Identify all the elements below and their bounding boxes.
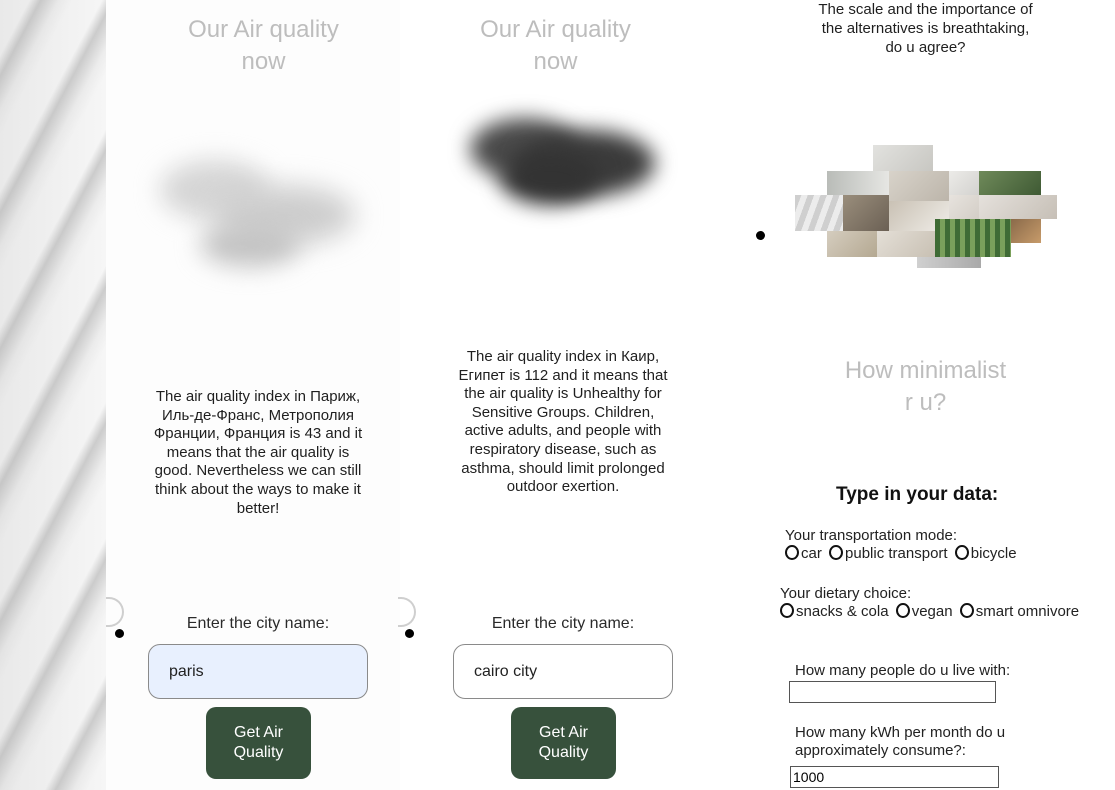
panel-2-city-input[interactable] — [453, 644, 673, 699]
form-title: Type in your data: — [836, 484, 999, 505]
radio-public-transport[interactable] — [829, 545, 844, 560]
background-shadow-decoration — [0, 0, 106, 790]
radio-vegan[interactable] — [895, 603, 910, 618]
kwh-label: How many kWh per month do u approximatel… — [795, 724, 1006, 759]
option-smart-omnivore-label: smart omnivore — [975, 603, 1080, 620]
photo-collage — [795, 145, 1057, 268]
alternatives-question: The scale and the importance of the alte… — [818, 1, 1033, 56]
panel-2-description: The air quality index in Каир, Египет is… — [458, 348, 668, 496]
panel-1-title: Our Air quality now — [188, 16, 339, 75]
option-snacks-cola-label: snacks & cola — [796, 603, 889, 620]
panel-2-title: Our Air quality now — [480, 16, 631, 75]
diet-options: snacks & cola vegan smart omnivore — [780, 603, 1080, 621]
radio-bicycle[interactable] — [954, 545, 969, 560]
option-vegan-label: vegan — [911, 603, 953, 620]
panel-1-get-air-quality-button[interactable]: Get Air Quality — [206, 707, 311, 779]
diet-question: Your dietary choice: snacks & cola vegan… — [780, 585, 1080, 621]
radio-smart-omnivore[interactable] — [959, 603, 974, 618]
option-public-transport-label: public transport — [845, 545, 948, 562]
panel-2-get-air-quality-button[interactable]: Get Air Quality — [511, 707, 616, 779]
panel-2-city-label: Enter the city name: — [491, 615, 635, 632]
diet-label: Your dietary choice: — [780, 585, 912, 602]
list-bullet-dot-3 — [756, 231, 765, 240]
people-count-input[interactable] — [789, 681, 996, 703]
radio-car[interactable] — [785, 545, 799, 560]
panel-1-description: The air quality index in Париж, Иль-де-Ф… — [153, 388, 363, 517]
option-car-label: car — [801, 545, 822, 562]
minimalist-title: How minimalist r u? — [844, 357, 1007, 416]
transport-label: Your transportation mode: — [785, 527, 958, 544]
list-bullet-dot-2 — [405, 629, 414, 638]
radio-snacks-cola[interactable] — [780, 603, 794, 618]
option-bicycle-label: bicycle — [970, 545, 1017, 562]
panel-1-city-input[interactable] — [148, 644, 368, 699]
transport-question: Your transportation mode: car public tra… — [785, 527, 1105, 563]
people-label: How many people do u live with: — [795, 662, 1011, 679]
transport-options: car public transport bicycle — [785, 545, 1105, 563]
kwh-input[interactable] — [790, 766, 999, 788]
list-bullet-dot — [115, 629, 124, 638]
panel-1-city-label: Enter the city name: — [186, 615, 330, 632]
